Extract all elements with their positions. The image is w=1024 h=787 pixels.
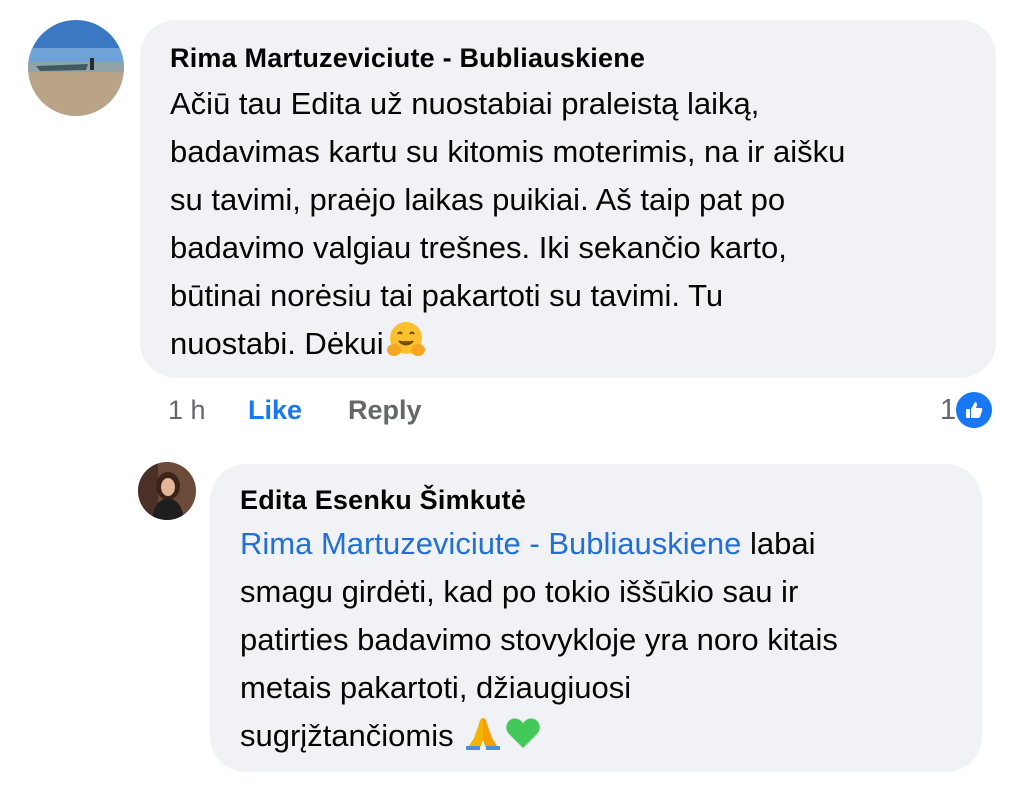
- reply-bubble: Edita Esenku Šimkutė Rima Martuzeviciute…: [210, 464, 982, 772]
- reply-line: labai: [741, 526, 816, 561]
- avatar-photo-portrait: [138, 462, 196, 520]
- avatar-edita[interactable]: [138, 462, 196, 520]
- like-button[interactable]: Like: [248, 390, 302, 430]
- comment-timestamp[interactable]: 1 h: [168, 390, 206, 430]
- avatar-rima[interactable]: [28, 20, 124, 116]
- folded-hands-icon: [464, 714, 502, 766]
- reply-line: smagu girdėti, kad po tokio iššūkio sau …: [240, 574, 799, 609]
- reply-button[interactable]: Reply: [348, 390, 422, 430]
- reaction-summary[interactable]: 1: [940, 390, 995, 430]
- reply-text: Rima Martuzeviciute - Bubliauskiene laba…: [240, 520, 954, 766]
- reply-line-last: sugrįžtančiomis: [240, 712, 954, 766]
- comment-line: Ačiū tau Edita už nuostabiai praleistą l…: [170, 86, 760, 121]
- comment-author[interactable]: Rima Martuzeviciute - Bubliauskiene: [170, 40, 968, 76]
- reply-line-first: Rima Martuzeviciute - Bubliauskiene laba…: [240, 520, 954, 568]
- comment-text: Ačiū tau Edita už nuostabiai praleistą l…: [170, 80, 968, 374]
- hugging-face-icon: [386, 320, 426, 374]
- comment-line: badavimo valgiau trešnes. Iki sekančio k…: [170, 230, 787, 265]
- like-icon: [954, 390, 995, 430]
- comment-line-last: nuostabi. Dėkui: [170, 320, 968, 374]
- reply-line: sugrįžtančiomis: [240, 718, 463, 753]
- comment-line: su tavimi, praėjo laikas puikiai. Aš tai…: [170, 182, 786, 217]
- comment-bubble: Rima Martuzeviciute - Bubliauskiene Ačiū…: [140, 20, 996, 378]
- comment-line: badavimas kartu su kitomis moterimis, na…: [170, 134, 846, 169]
- mention-link[interactable]: Rima Martuzeviciute - Bubliauskiene: [240, 526, 741, 561]
- green-heart-icon: [504, 714, 542, 766]
- comment-line: būtinai norėsiu tai pakartoti su tavimi.…: [170, 278, 724, 313]
- reply-author[interactable]: Edita Esenku Šimkutė: [240, 482, 954, 518]
- reply-line: patirties badavimo stovykloje yra noro k…: [240, 622, 838, 657]
- comment-line: nuostabi. Dėkui: [170, 326, 384, 361]
- avatar-photo-beach: [28, 20, 124, 116]
- reply-line: metais pakartoti, džiaugiuosi: [240, 670, 632, 705]
